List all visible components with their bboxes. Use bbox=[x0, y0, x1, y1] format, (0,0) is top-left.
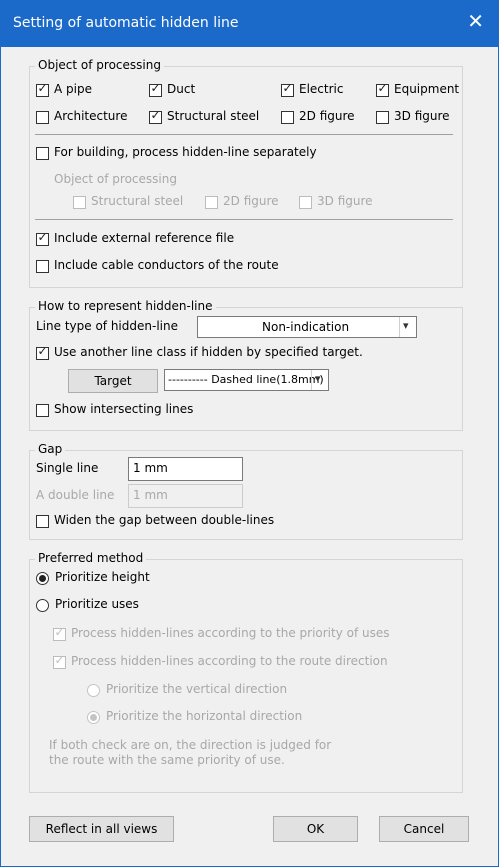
checkbox-route-direction[interactable]: ✓ bbox=[53, 654, 66, 669]
label-another-line-class: Use another line class if hidden by spec… bbox=[54, 345, 363, 359]
checkbox-3d-figure[interactable] bbox=[376, 111, 389, 124]
sub-object-title: Object of processing bbox=[54, 172, 177, 186]
radio-prioritize-height[interactable] bbox=[36, 572, 49, 585]
checkbox-building-separate[interactable] bbox=[36, 147, 49, 160]
checkbox-widen-gap[interactable] bbox=[36, 515, 49, 528]
dashed-line-select[interactable]: ---------- Dashed line(1.8mm) ▾ bbox=[164, 369, 329, 391]
reflect-all-views-button[interactable]: Reflect in all views bbox=[29, 816, 174, 842]
label-cable-conductors: Include cable conductors of the route bbox=[54, 258, 279, 272]
label-sub-structural-steel: Structural steel bbox=[91, 194, 184, 208]
close-icon[interactable]: ✕ bbox=[467, 11, 484, 31]
dialog-title: Setting of automatic hidden line bbox=[13, 15, 239, 31]
dropdown-arrow: ▾ bbox=[311, 370, 328, 390]
chevron-down-icon: ▾ bbox=[315, 372, 321, 385]
label-2d-figure: 2D figure bbox=[299, 109, 355, 123]
checkbox-a-pipe[interactable]: ✓ bbox=[36, 82, 49, 97]
radio-horizontal-direction[interactable] bbox=[87, 711, 100, 724]
checkbox-architecture[interactable] bbox=[36, 111, 49, 124]
checkbox-cable-conductors[interactable] bbox=[36, 260, 49, 273]
target-button[interactable]: Target bbox=[68, 369, 158, 393]
label-priority-of-uses: Process hidden-lines according to the pr… bbox=[71, 626, 390, 640]
label-vertical-direction: Prioritize the vertical direction bbox=[106, 682, 288, 696]
checkbox-external-reference[interactable]: ✓ bbox=[36, 231, 49, 246]
line-type-label: Line type of hidden-line bbox=[36, 319, 178, 333]
title-bar: Setting of automatic hidden line ✕ bbox=[1, 1, 498, 47]
radio-vertical-direction[interactable] bbox=[87, 684, 100, 697]
dialog-window: Setting of automatic hidden line ✕ Objec… bbox=[0, 0, 499, 867]
separator bbox=[35, 219, 453, 220]
checkbox-sub-2d-figure[interactable] bbox=[205, 196, 218, 209]
label-architecture: Architecture bbox=[54, 109, 128, 123]
object-group-title: Object of processing bbox=[35, 58, 164, 72]
label-electric: Electric bbox=[299, 82, 344, 96]
label-route-direction: Process hidden-lines according to the ro… bbox=[71, 654, 388, 668]
gap-group-title: Gap bbox=[35, 442, 66, 456]
ok-button[interactable]: OK bbox=[273, 816, 358, 842]
direction-note: If both check are on, the direction is j… bbox=[49, 738, 332, 767]
label-sub-3d-figure: 3D figure bbox=[317, 194, 373, 208]
single-line-label: Single line bbox=[36, 461, 99, 475]
checkbox-duct[interactable]: ✓ bbox=[149, 82, 162, 97]
checkbox-structural-steel[interactable]: ✓ bbox=[149, 109, 162, 124]
represent-group-title: How to represent hidden-line bbox=[35, 299, 216, 313]
line-type-select[interactable]: Non-indication ▾ bbox=[197, 316, 417, 338]
label-structural-steel: Structural steel bbox=[167, 109, 260, 123]
label-duct: Duct bbox=[167, 82, 196, 96]
checkbox-sub-3d-figure[interactable] bbox=[299, 196, 312, 209]
dashed-line-value: ---------- Dashed line(1.8mm) bbox=[168, 373, 324, 386]
label-building-separate: For building, process hidden-line separa… bbox=[54, 145, 317, 159]
checkbox-priority-of-uses[interactable]: ✓ bbox=[53, 626, 66, 641]
chevron-down-icon: ▾ bbox=[403, 319, 409, 332]
checkbox-electric[interactable]: ✓ bbox=[281, 82, 294, 97]
label-intersecting-lines: Show intersecting lines bbox=[54, 402, 194, 416]
double-line-label: A double line bbox=[36, 488, 115, 502]
label-3d-figure: 3D figure bbox=[394, 109, 450, 123]
label-sub-2d-figure: 2D figure bbox=[223, 194, 279, 208]
label-prioritize-uses: Prioritize uses bbox=[55, 597, 139, 611]
label-widen-gap: Widen the gap between double-lines bbox=[54, 513, 275, 527]
double-line-input[interactable]: 1 mm bbox=[128, 484, 243, 508]
checkbox-another-line-class[interactable]: ✓ bbox=[36, 345, 49, 360]
separator bbox=[35, 134, 453, 135]
cancel-button[interactable]: Cancel bbox=[379, 816, 469, 842]
label-equipment: Equipment bbox=[394, 82, 460, 96]
checkbox-equipment[interactable]: ✓ bbox=[376, 82, 389, 97]
dropdown-arrow: ▾ bbox=[399, 317, 416, 337]
single-line-input[interactable]: 1 mm bbox=[128, 457, 243, 481]
line-type-value: Non-indication bbox=[262, 320, 350, 334]
checkbox-2d-figure[interactable] bbox=[281, 111, 294, 124]
checkbox-intersecting-lines[interactable] bbox=[36, 404, 49, 417]
preferred-group-title: Preferred method bbox=[35, 551, 147, 565]
label-horizontal-direction: Prioritize the horizontal direction bbox=[106, 709, 303, 723]
checkbox-sub-structural-steel[interactable] bbox=[73, 196, 86, 209]
radio-prioritize-uses[interactable] bbox=[36, 599, 49, 612]
label-external-reference: Include external reference file bbox=[54, 231, 235, 245]
label-prioritize-height: Prioritize height bbox=[55, 570, 150, 584]
label-a-pipe: A pipe bbox=[54, 82, 92, 96]
